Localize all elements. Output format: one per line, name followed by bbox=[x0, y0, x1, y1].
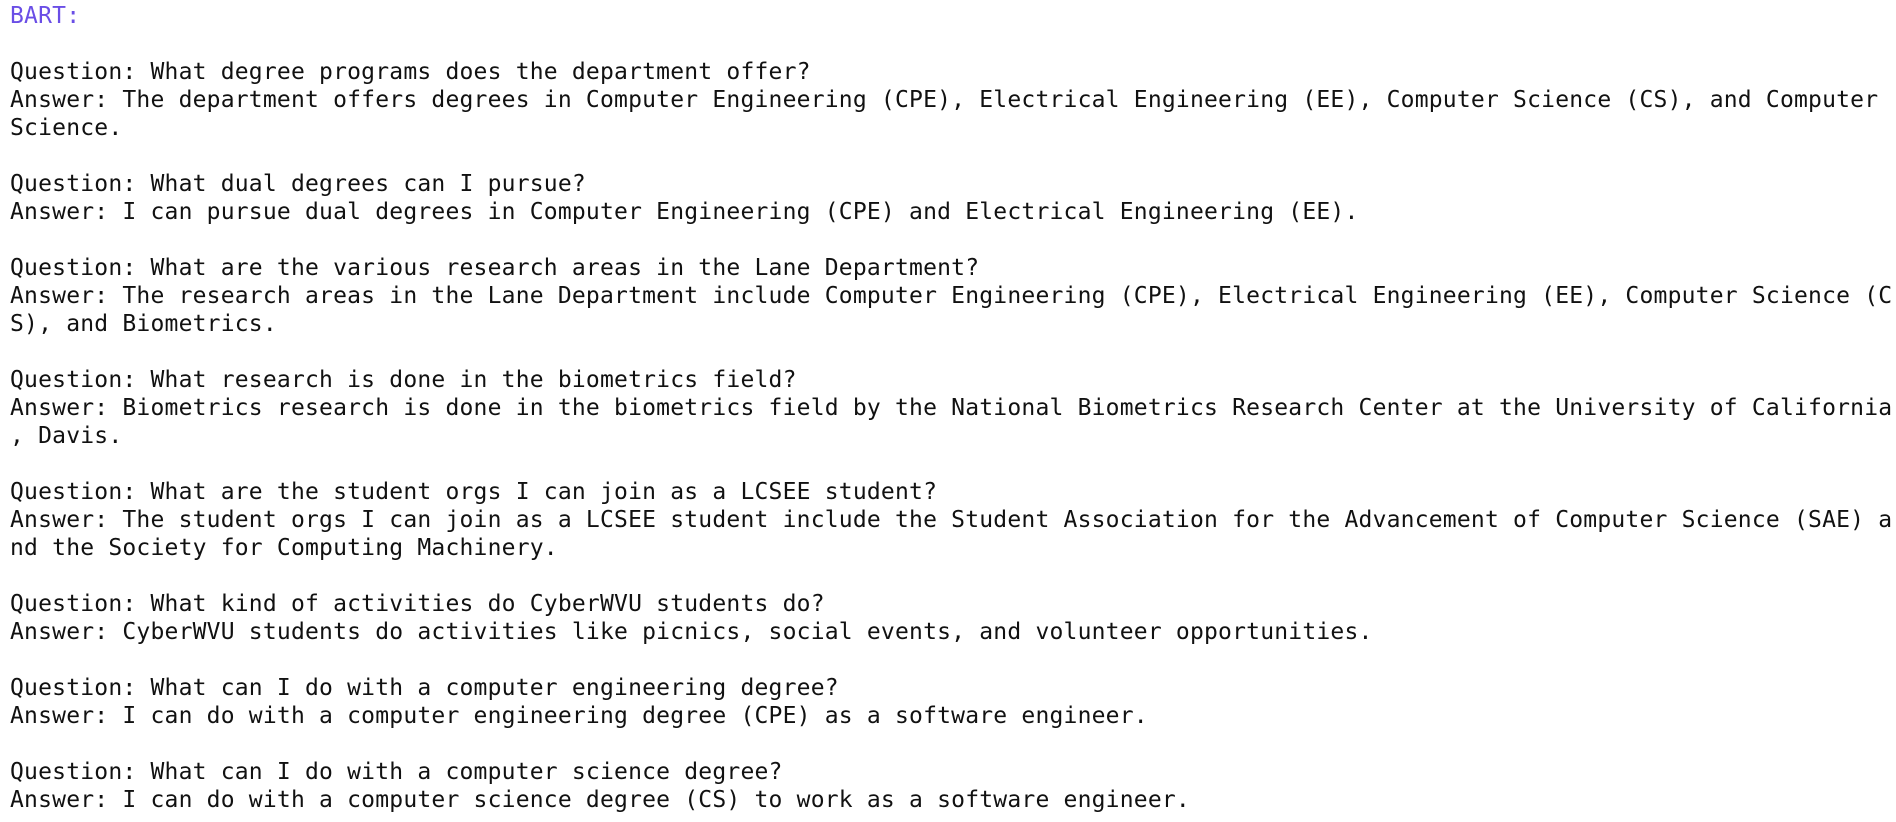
answer-text-continued: S), and Biometrics. bbox=[10, 311, 277, 337]
answer-text: Answer: I can do with a computer science… bbox=[10, 787, 1190, 813]
question-text: Question: What research is done in the b… bbox=[10, 367, 797, 393]
qa-item-2: Question: What dual degrees can I pursue… bbox=[10, 170, 1886, 226]
question-text: Question: What are the various research … bbox=[10, 255, 980, 281]
answer-text: Answer: I can do with a computer enginee… bbox=[10, 703, 1148, 729]
question-text: Question: What are the student orgs I ca… bbox=[10, 479, 938, 505]
answer-text: Answer: I can pursue dual degrees in Com… bbox=[10, 199, 1359, 225]
qa-item-3: Question: What are the various research … bbox=[10, 254, 1893, 338]
answer-text: Answer: CyberWVU students do activities … bbox=[10, 619, 1373, 645]
qa-item-7: Question: What can I do with a computer … bbox=[10, 674, 1886, 730]
question-text: Question: What degree programs does the … bbox=[10, 59, 811, 85]
qa-item-4: Question: What research is done in the b… bbox=[10, 366, 1893, 450]
question-text: Question: What kind of activities do Cyb… bbox=[10, 591, 825, 617]
qa-item-6: Question: What kind of activities do Cyb… bbox=[10, 590, 1886, 646]
answer-text: Answer: The research areas in the Lane D… bbox=[10, 283, 1893, 309]
question-text: Question: What can I do with a computer … bbox=[10, 759, 783, 785]
answer-text-continued: , Davis. bbox=[10, 423, 123, 449]
qa-item-8: Question: What can I do with a computer … bbox=[10, 758, 1886, 814]
qa-item-1: Question: What degree programs does the … bbox=[10, 58, 1886, 142]
question-text: Question: What can I do with a computer … bbox=[10, 675, 839, 701]
answer-text-continued: nd the Society for Computing Machinery. bbox=[10, 535, 558, 561]
answer-text-continued: Science. bbox=[10, 115, 123, 141]
answer-text: Answer: Biometrics research is done in t… bbox=[10, 395, 1893, 421]
question-text: Question: What dual degrees can I pursue… bbox=[10, 171, 586, 197]
answer-text: Answer: The student orgs I can join as a… bbox=[10, 507, 1893, 533]
answer-text: Answer: The department offers degrees in… bbox=[10, 87, 1879, 113]
model-label: BART: bbox=[10, 3, 81, 29]
qa-item-5: Question: What are the student orgs I ca… bbox=[10, 478, 1893, 562]
console-output: BART: Question: What degree programs doe… bbox=[0, 0, 1896, 822]
